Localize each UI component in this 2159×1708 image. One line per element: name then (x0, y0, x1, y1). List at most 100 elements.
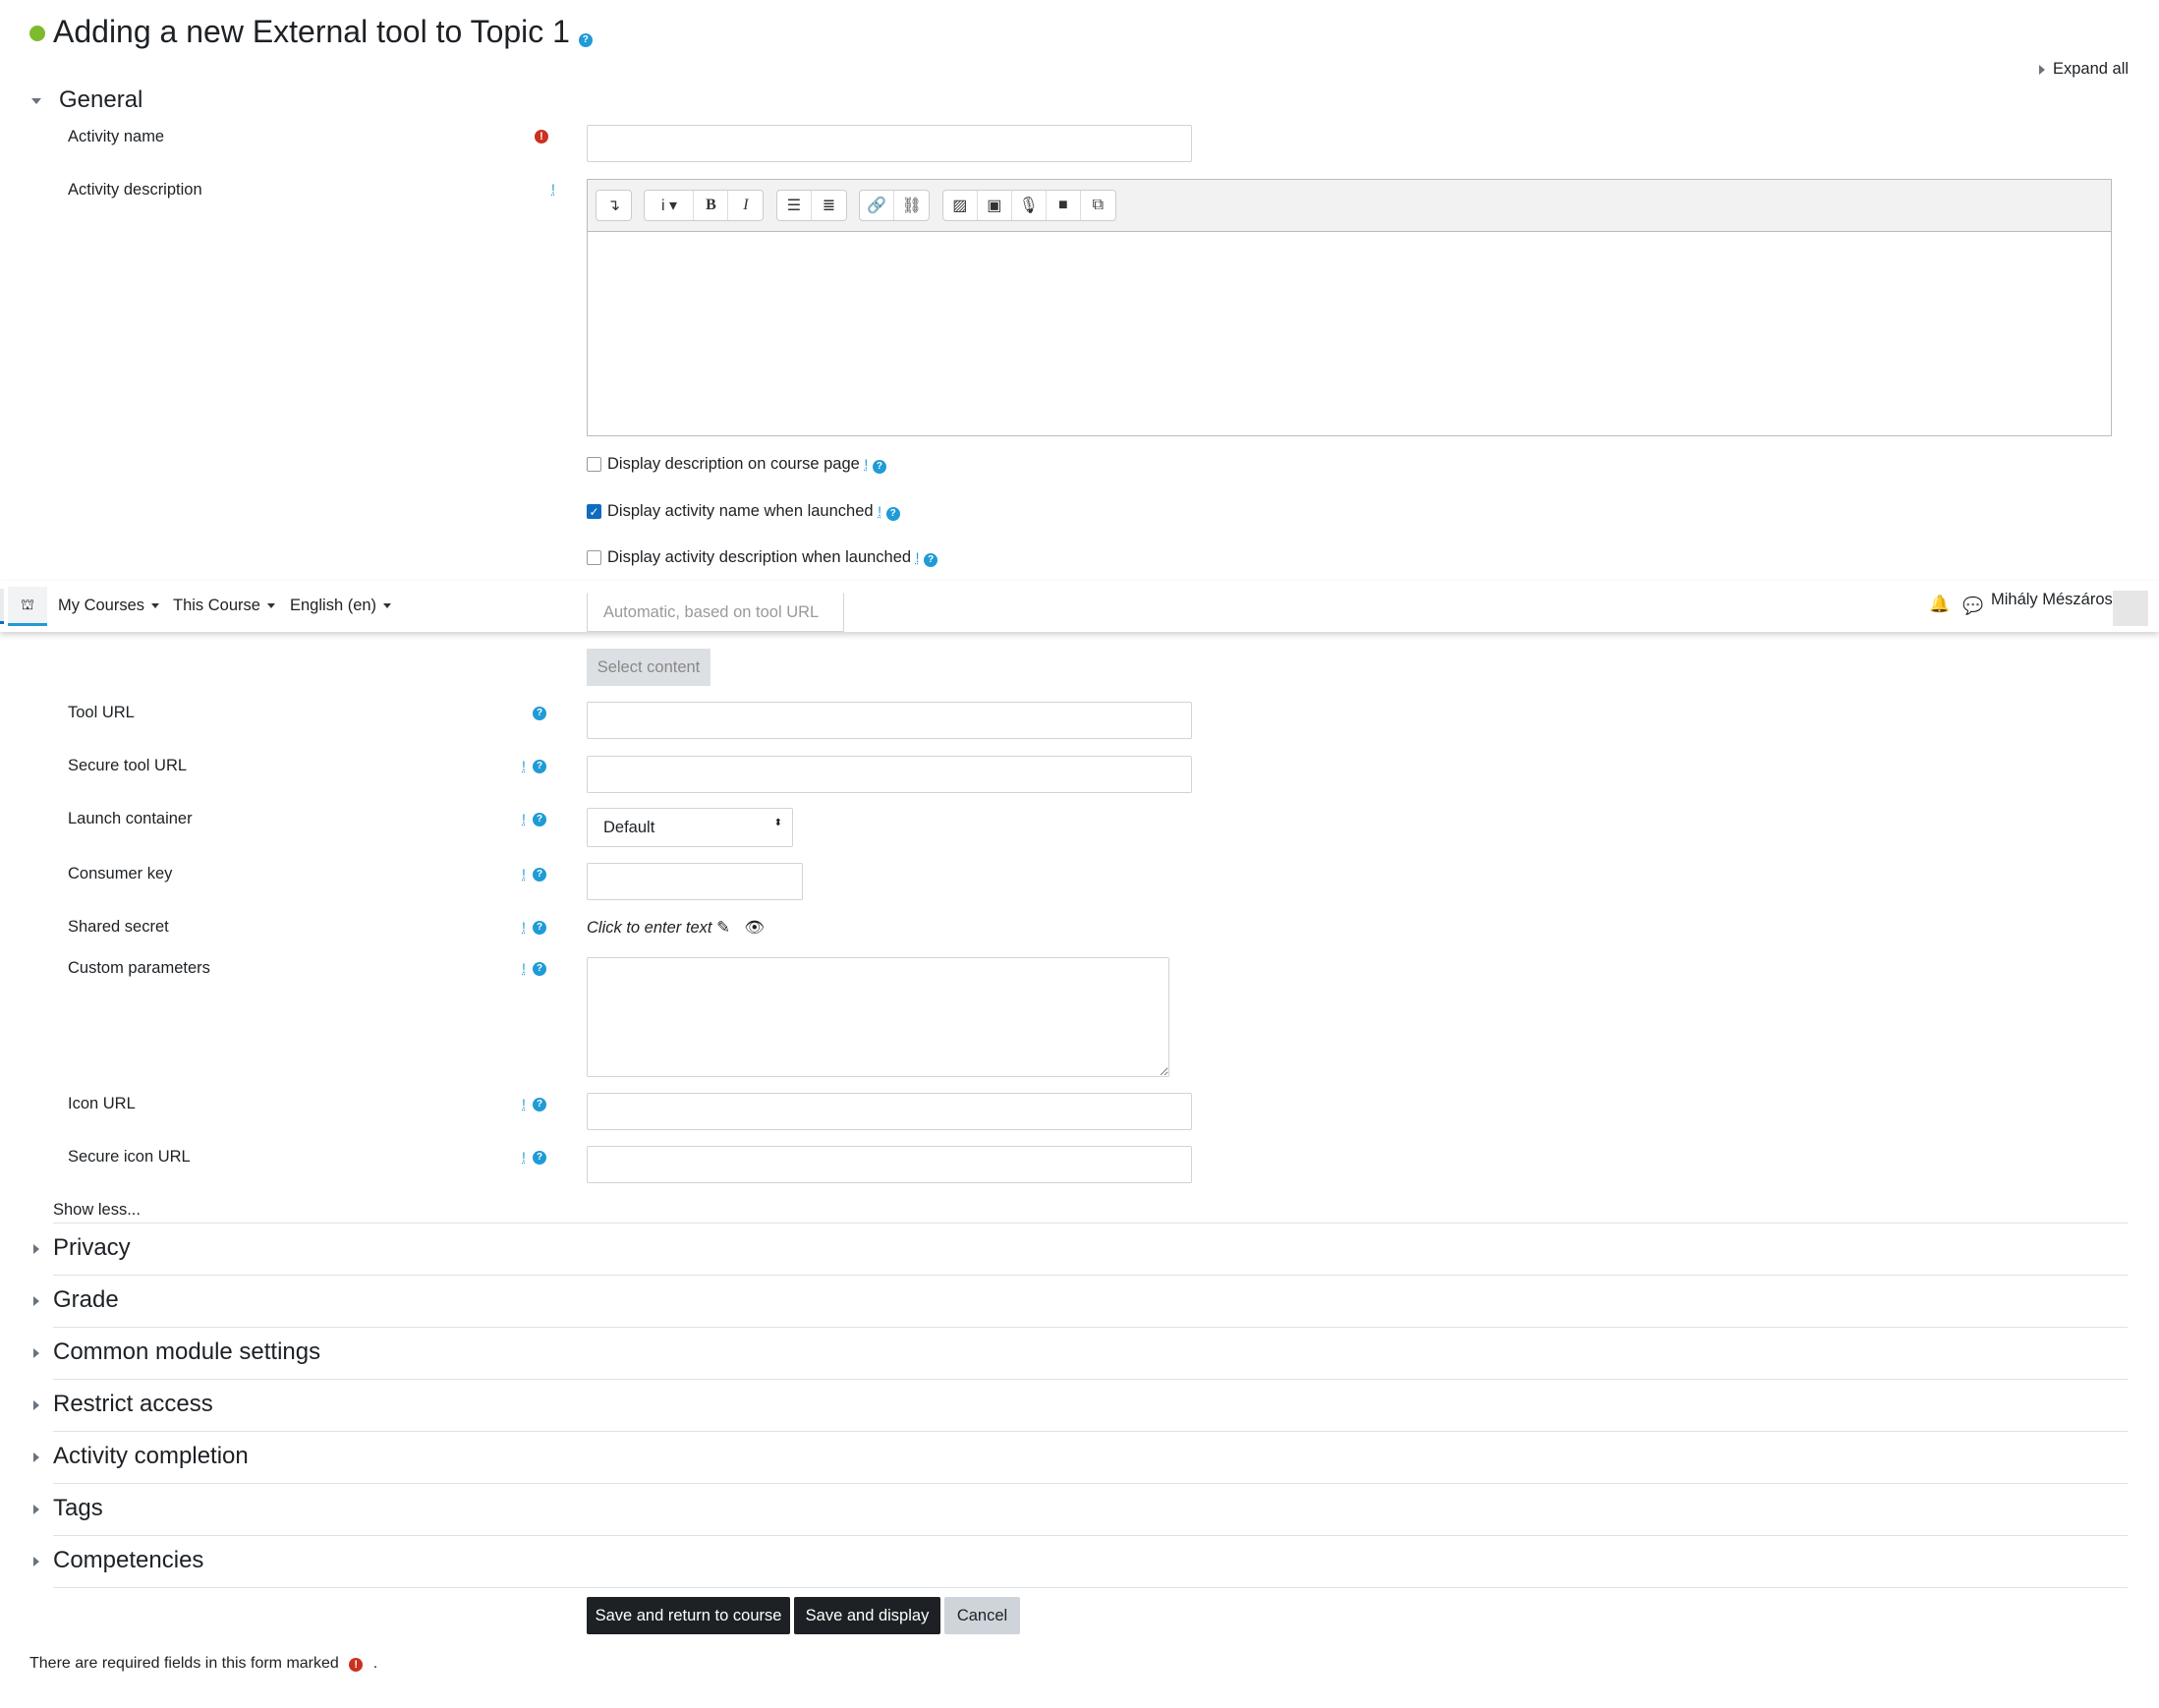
launch-container-select[interactable]: Default ⬍ (587, 808, 793, 847)
launch-container-value: Default (603, 819, 655, 836)
section-grade[interactable]: Grade (33, 1286, 119, 1314)
cancel-button[interactable]: Cancel (944, 1597, 1020, 1634)
italic-icon[interactable]: I (728, 191, 763, 220)
help-icon[interactable]: ? (872, 460, 886, 474)
launch-container-label: Launch container (68, 810, 193, 827)
section-competencies[interactable]: Competencies (33, 1547, 204, 1574)
advanced-icon: ! (551, 181, 555, 197)
section-label: Tags (53, 1495, 103, 1521)
avatar[interactable] (2113, 591, 2148, 626)
activity-name-input[interactable] (587, 125, 1192, 162)
pencil-icon[interactable]: ✎ (716, 919, 730, 937)
required-note-period: . (372, 1655, 378, 1672)
checkbox[interactable] (587, 550, 601, 566)
tool-url-label: Tool URL (68, 704, 135, 721)
help-icon[interactable]: ? (533, 813, 546, 826)
section-restrict-access[interactable]: Restrict access (33, 1391, 213, 1418)
checkbox-checked[interactable]: ✓ (587, 504, 601, 520)
section-label: Privacy (53, 1234, 131, 1261)
divider (53, 1431, 2128, 1432)
select-content-button[interactable]: Select content (587, 649, 710, 686)
ordered-list-icon[interactable]: ≣ (812, 191, 846, 220)
unordered-list-icon[interactable]: ☰ (777, 191, 812, 220)
this-course-menu[interactable]: This Course (173, 597, 275, 615)
page-title-text: Adding a new External tool to Topic 1 (53, 14, 570, 49)
icon-url-input[interactable] (587, 1093, 1192, 1130)
help-icon[interactable]: ? (885, 507, 900, 521)
help-icon[interactable]: ? (533, 1098, 546, 1111)
nav-drawer-edge[interactable] (0, 589, 4, 624)
image-icon[interactable]: ▨ (943, 191, 978, 220)
my-courses-menu[interactable]: My Courses (58, 597, 159, 615)
help-icon[interactable]: ? (533, 962, 546, 976)
shared-secret-field[interactable]: Click to enter text ✎ 👁 (587, 918, 765, 938)
link-icon[interactable]: 🔗 (860, 191, 895, 220)
section-tags[interactable]: Tags (33, 1495, 103, 1522)
section-common-module-settings[interactable]: Common module settings (33, 1338, 320, 1366)
custom-parameters-textarea[interactable] (587, 957, 1169, 1077)
page-title: Adding a new External tool to Topic 1 ? (53, 14, 593, 50)
advanced-icon: ! (522, 811, 526, 826)
chat-icon[interactable]: 💬 (1962, 597, 1983, 616)
required-icon: ! (535, 130, 548, 143)
section-label: Competencies (53, 1547, 204, 1573)
tool-url-input[interactable] (587, 702, 1192, 739)
save-and-return-button[interactable]: Save and return to course (587, 1597, 790, 1634)
collapse-icon[interactable]: ↴ (597, 191, 631, 220)
help-icon[interactable]: ? (578, 33, 593, 47)
help-icon[interactable]: ? (533, 760, 546, 773)
section-privacy[interactable]: Privacy (33, 1234, 131, 1262)
microphone-icon[interactable]: 🎙 (1012, 191, 1047, 220)
help-icon[interactable]: ? (533, 921, 546, 935)
caret-right-icon (33, 1556, 39, 1566)
required-note: There are required fields in this form m… (29, 1655, 377, 1673)
bell-icon[interactable]: 🔔 (1929, 595, 1950, 614)
media-icon[interactable]: ▣ (978, 191, 1012, 220)
advanced-icon: ! (522, 960, 526, 976)
caret-right-icon (33, 1504, 39, 1514)
divider (53, 1587, 2128, 1588)
secure-tool-url-input[interactable] (587, 756, 1192, 793)
help-icon[interactable]: ? (533, 1151, 546, 1165)
secure-icon-url-input[interactable] (587, 1146, 1192, 1183)
help-icon[interactable]: ? (533, 868, 546, 882)
shared-secret-label: Shared secret (68, 918, 169, 936)
caret-right-icon (33, 1295, 39, 1306)
video-icon[interactable]: ■ (1047, 191, 1081, 220)
user-name[interactable]: Mihály Mészáros (1991, 591, 2113, 609)
language-menu[interactable]: English (en) (290, 597, 391, 615)
expand-all-link[interactable]: Expand all (2039, 60, 2129, 79)
secure-icon-url-label: Secure icon URL (68, 1148, 191, 1166)
section-general-label: General (59, 86, 143, 113)
advanced-icon: ! (522, 1149, 526, 1165)
checkbox-display-name[interactable]: ✓ Display activity name when launched ! ? (587, 502, 900, 521)
checkbox[interactable] (587, 457, 601, 473)
consumer-key-input[interactable] (587, 863, 803, 900)
section-label: Restrict access (53, 1391, 213, 1417)
unlink-icon[interactable]: ⛓ (894, 191, 929, 220)
divider (53, 1379, 2128, 1380)
section-general[interactable]: General (31, 86, 143, 114)
checkbox-display-activity-description[interactable]: Display activity description when launch… (587, 548, 938, 567)
caret-right-icon (33, 1243, 39, 1254)
checkbox-label: Display activity name when launched (607, 502, 874, 520)
help-icon[interactable]: ? (924, 553, 938, 567)
eye-icon[interactable]: 👁 (744, 919, 765, 937)
preconfigured-tool-select[interactable]: Automatic, based on tool URL (587, 593, 844, 632)
checkbox-display-description[interactable]: Display description on course page ! ? (587, 455, 886, 474)
activity-description-label: Activity description (68, 181, 202, 199)
editor-content[interactable] (588, 232, 2111, 435)
paragraph-style-icon[interactable]: i ▾ (645, 191, 695, 220)
advanced-icon: ! (864, 456, 869, 472)
caret-right-icon (33, 1452, 39, 1462)
show-less-link[interactable]: Show less... (53, 1201, 141, 1220)
custom-parameters-label: Custom parameters (68, 959, 210, 977)
section-activity-completion[interactable]: Activity completion (33, 1443, 249, 1470)
paste-icon[interactable]: ⧉ (1081, 191, 1115, 220)
section-label: Activity completion (53, 1443, 249, 1469)
bold-icon[interactable]: B (694, 191, 729, 220)
save-and-display-button[interactable]: Save and display (794, 1597, 940, 1634)
sitemap-button[interactable]: ⛫ (8, 587, 47, 626)
select-arrows-icon: ⬍ (773, 818, 782, 828)
help-icon[interactable]: ? (533, 707, 546, 720)
